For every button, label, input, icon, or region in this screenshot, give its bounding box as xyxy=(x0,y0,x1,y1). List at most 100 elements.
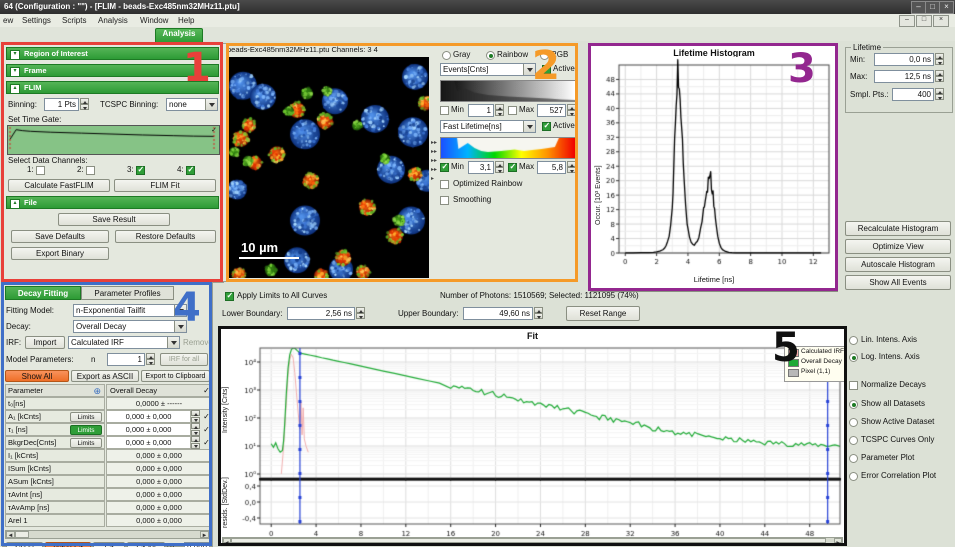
gray-histogram-bar[interactable] xyxy=(440,80,576,102)
column-check-icon[interactable]: ✓ xyxy=(201,384,212,397)
fit-plot-canvas[interactable] xyxy=(234,344,845,544)
collapse-icon[interactable]: ▾ xyxy=(10,50,20,60)
error-correlation-plot-radio[interactable] xyxy=(849,472,858,481)
image-view[interactable]: 10 µm xyxy=(229,57,429,278)
lifetime-min-spinner[interactable] xyxy=(495,161,504,173)
save-result-button[interactable]: Save Result xyxy=(58,213,170,226)
recalculate-histogram-button[interactable]: Recalculate Histogram xyxy=(845,221,951,236)
scroll-left-icon[interactable]: ◄ xyxy=(6,531,15,538)
limits-button[interactable]: Limits xyxy=(70,412,102,422)
dropdown-arrow-icon[interactable] xyxy=(523,121,535,132)
fitting-model-dropdown[interactable]: n-Exponential Tailfit xyxy=(73,304,187,317)
menu-item-help[interactable]: Help xyxy=(178,16,194,25)
collapse-icon[interactable]: ▴ xyxy=(10,84,20,94)
reset-range-button[interactable]: Reset Range xyxy=(566,306,640,321)
dropdown-arrow-icon[interactable] xyxy=(523,64,535,75)
dropdown-arrow-icon[interactable] xyxy=(205,99,217,110)
calculate-fastflim-button[interactable]: Calculate FastFLIM xyxy=(8,179,110,192)
section-header-frame[interactable]: ▾ Frame xyxy=(6,64,219,77)
intensity-max-checkbox[interactable] xyxy=(508,106,517,115)
limits-button[interactable]: Limits xyxy=(70,425,102,435)
lifetime-max-checkbox[interactable] xyxy=(508,163,517,172)
parameter-plot-radio[interactable] xyxy=(849,454,858,463)
table-hscrollbar[interactable]: ◄ ► xyxy=(5,530,210,539)
channel-3-checkbox[interactable] xyxy=(136,166,145,175)
sample-points-input[interactable]: 400 xyxy=(892,88,934,101)
export-ascii-button[interactable]: Export as ASCII xyxy=(71,370,139,382)
minimize-icon[interactable]: – xyxy=(911,1,926,14)
intensity-min-checkbox[interactable] xyxy=(440,106,449,115)
n-input[interactable]: 1 xyxy=(107,353,145,366)
export-binary-button[interactable]: Export Binary xyxy=(11,247,109,260)
channel-2-checkbox[interactable] xyxy=(86,166,95,175)
rgb-mode-radio[interactable] xyxy=(540,51,549,60)
show-all-button[interactable]: Show All xyxy=(5,370,69,382)
scroll-thumb[interactable] xyxy=(15,531,29,538)
normalize-decays-checkbox[interactable] xyxy=(849,381,858,390)
tcspc-binning-dropdown[interactable]: none xyxy=(166,98,218,111)
fit-plot-hscrollbar[interactable]: ◄ ► xyxy=(222,537,843,544)
flim-fit-button[interactable]: FLIM Fit xyxy=(114,179,216,192)
menu-item-window[interactable]: Window xyxy=(140,16,168,25)
tab-decay-fitting[interactable]: Decay Fitting xyxy=(5,286,81,300)
param-value[interactable]: 0,000 ± 0,000 xyxy=(106,423,191,436)
irf-import-button[interactable]: Import xyxy=(25,336,65,349)
collapse-icon[interactable]: ▾ xyxy=(10,67,20,77)
fit-all-button[interactable]: Fit All xyxy=(127,542,165,547)
intensity-max-input[interactable]: 527 xyxy=(537,104,566,117)
binning-spinner[interactable] xyxy=(80,98,89,110)
lifetime-max-input[interactable]: 5,8 xyxy=(537,161,566,174)
lifetime-channel-dropdown[interactable]: Fast Lifetime[ns] xyxy=(440,120,536,133)
initial-fit-button[interactable]: Initial Fit xyxy=(45,542,91,547)
menu-item-analysis[interactable]: Analysis xyxy=(98,16,128,25)
upper-boundary-spinner[interactable] xyxy=(534,307,543,319)
tcspc-curves-only-radio[interactable] xyxy=(849,436,858,445)
apply-limits-checkbox[interactable] xyxy=(225,292,234,301)
intensity-min-input[interactable]: 1 xyxy=(468,104,494,117)
show-all-events-button[interactable]: Show All Events xyxy=(845,275,951,290)
lifetime-active-checkbox[interactable] xyxy=(542,122,551,131)
close-icon[interactable]: × xyxy=(939,1,954,14)
rainbow-mode-radio[interactable] xyxy=(486,51,495,60)
param-check-icon[interactable]: ✓ xyxy=(201,410,212,423)
lower-boundary-input[interactable]: 2,56 ns xyxy=(287,307,355,320)
tab-parameter-profiles[interactable]: Parameter Profiles xyxy=(81,286,174,300)
irf-for-all-button[interactable]: IRF for all xyxy=(160,353,208,366)
limits-button[interactable]: Limits xyxy=(70,438,102,448)
globe-icon[interactable]: ⊕ xyxy=(93,385,101,397)
scroll-right-icon[interactable]: ► xyxy=(200,531,209,538)
lifetime-max-spinner[interactable] xyxy=(935,70,944,82)
param-spinner[interactable] xyxy=(191,436,200,449)
param-spinner[interactable] xyxy=(191,410,200,423)
scroll-thumb[interactable] xyxy=(231,538,826,543)
clear-button[interactable]: Clear xyxy=(6,542,43,547)
binning-input[interactable]: 1 Pts xyxy=(44,98,79,111)
n-spinner[interactable] xyxy=(146,353,155,365)
sample-points-spinner[interactable] xyxy=(935,88,944,100)
child-restore-icon[interactable]: □ xyxy=(916,15,932,27)
lower-boundary-spinner[interactable] xyxy=(356,307,365,319)
param-value[interactable]: 0,000 ± 0,000 xyxy=(106,436,191,449)
optimize-view-button[interactable]: Optimize View xyxy=(845,239,951,254)
lin-axis-radio[interactable] xyxy=(849,336,858,345)
param-check-icon[interactable]: ✓ xyxy=(201,423,212,436)
scroll-right-icon[interactable]: ► xyxy=(834,538,842,543)
time-gate-graph[interactable]: ✓ xyxy=(7,125,220,155)
upper-boundary-input[interactable]: 49,60 ns xyxy=(463,307,533,320)
intensity-max-spinner[interactable] xyxy=(567,104,576,116)
lifetime-max-input[interactable]: 12,5 ns xyxy=(874,70,934,83)
lifetime-min-input[interactable]: 0,0 ns xyxy=(874,53,934,66)
time-gate-canvas[interactable] xyxy=(8,126,217,152)
rainbow-histogram-bar[interactable] xyxy=(440,137,576,159)
lifetime-min-spinner[interactable] xyxy=(935,53,944,65)
lifetime-histogram-canvas[interactable] xyxy=(593,57,835,273)
intensity-active-checkbox[interactable] xyxy=(542,65,551,74)
menu-item-settings[interactable]: Settings xyxy=(22,16,51,25)
child-close-icon[interactable]: × xyxy=(933,15,949,27)
show-active-dataset-radio[interactable] xyxy=(849,418,858,427)
dropdown-arrow-icon[interactable] xyxy=(174,305,186,316)
tab-analysis[interactable]: Analysis xyxy=(155,28,203,42)
menu-item-scripts[interactable]: Scripts xyxy=(62,16,86,25)
fit-button[interactable]: Fit xyxy=(93,542,125,547)
dropdown-arrow-icon[interactable] xyxy=(167,337,179,348)
